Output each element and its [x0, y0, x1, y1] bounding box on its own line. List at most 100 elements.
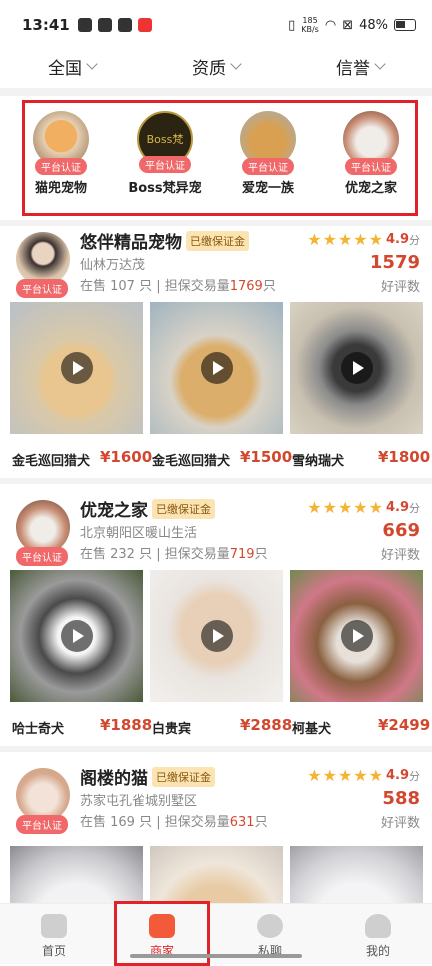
product-price: ¥1600: [100, 448, 153, 466]
star-icon: ★: [307, 766, 322, 785]
star-icon: ★: [307, 230, 322, 249]
product-video[interactable]: [10, 302, 143, 434]
play-icon[interactable]: [60, 352, 93, 384]
product-price: ¥2888: [240, 716, 293, 734]
notification-icons: [77, 18, 152, 32]
divider: [0, 88, 432, 96]
divider: [0, 478, 432, 484]
product-name: 金毛巡回猎犬: [12, 454, 91, 469]
featured-shop[interactable]: 平台认证 猫兜宠物: [25, 111, 111, 196]
deposit-badge: 已缴保证金: [152, 498, 215, 519]
good-review-label: 好评数: [380, 280, 420, 295]
sim-icon: ⊠: [342, 17, 354, 33]
trade-volume: 1769: [229, 279, 263, 294]
shop-title: 悠伴精品宠物 已缴保证金: [80, 228, 249, 253]
battery-percent: 48%: [359, 17, 388, 33]
shop-avatar: [16, 768, 70, 822]
star-icon: ★: [353, 230, 368, 249]
featured-shops: 平台认证 猫兜宠物 Boss梵 平台认证 Boss梵异宠 平台认证 爱宠一族 平…: [22, 100, 418, 216]
filter-bar: 全国 资质 信誉: [0, 46, 432, 86]
tab-label: 首页: [41, 944, 66, 958]
product-video[interactable]: [290, 846, 423, 903]
star-icon: ★: [353, 498, 368, 517]
rating-unit: 分: [409, 501, 420, 515]
certified-badge: 平台认证: [16, 815, 68, 834]
shop-avatar: [16, 500, 70, 554]
shop-title: 阁楼的猫 已缴保证金: [80, 764, 215, 789]
star-icon: ★: [307, 498, 322, 517]
product-video[interactable]: [10, 846, 143, 903]
good-review-count: 1579: [369, 252, 420, 273]
trade-volume: 719: [229, 547, 255, 562]
chevron-down-icon: [86, 57, 98, 70]
star-icon: ★: [322, 230, 337, 249]
shop-name: 爱宠一族: [241, 181, 294, 196]
vibrate-icon: ▯: [288, 17, 296, 33]
speed-value: 185: [302, 16, 318, 25]
rating: ★ ★ ★ ★ ★ 4.9 分: [306, 230, 420, 249]
shop-name: 猫兜宠物: [34, 181, 87, 196]
product-price: ¥1800: [378, 448, 431, 466]
chevron-down-icon: [230, 57, 242, 70]
shop-location: 苏家屯孔雀城别墅区: [80, 794, 198, 809]
play-icon[interactable]: [340, 620, 373, 652]
stats-text: 在售 169 只 | 担保交易量: [80, 815, 230, 830]
filter-reputation[interactable]: 信誉: [288, 46, 432, 86]
half-star-icon: ★: [368, 230, 383, 249]
product-price: ¥1500: [240, 448, 293, 466]
good-review-count: 588: [382, 788, 420, 809]
shop-location: 北京朝阳区暖山生活: [80, 526, 198, 541]
product-video[interactable]: [10, 570, 143, 702]
rating-value: 4.9: [385, 232, 409, 247]
filter-region[interactable]: 全国: [0, 46, 144, 86]
featured-shop[interactable]: Boss梵 平台认证 Boss梵异宠: [115, 111, 215, 196]
product-video[interactable]: [150, 570, 283, 702]
tab-profile[interactable]: 我的: [324, 904, 432, 964]
shop-avatar: 平台认证: [343, 111, 399, 175]
play-icon[interactable]: [60, 620, 93, 652]
star-icon: ★: [337, 498, 353, 517]
avatar-logo-text: Boss梵: [146, 133, 184, 146]
stats-unit: 只: [254, 815, 268, 830]
product-video[interactable]: [150, 846, 283, 903]
half-star-icon: ★: [368, 498, 383, 517]
product-name: 金毛巡回猎犬: [152, 454, 231, 469]
star-icon: ★: [322, 498, 337, 517]
stats-unit: 只: [254, 547, 268, 562]
shop-avatar: [16, 232, 70, 286]
rating-value: 4.9: [385, 500, 409, 515]
play-icon[interactable]: [340, 352, 373, 384]
tab-home[interactable]: 首页: [0, 904, 108, 964]
product-name: 柯基犬: [292, 722, 332, 737]
certified-badge: 平台认证: [139, 156, 191, 173]
star-icon: ★: [353, 766, 368, 785]
product-gallery: [10, 846, 424, 903]
product-price: ¥1888: [100, 716, 153, 734]
shop-name: Boss梵异宠: [128, 181, 202, 196]
divider: [0, 746, 432, 752]
featured-shop[interactable]: 平台认证 优宠之家: [321, 111, 415, 196]
product-video[interactable]: [290, 570, 423, 702]
featured-shop[interactable]: 平台认证 爱宠一族: [218, 111, 318, 196]
product-gallery: [10, 302, 424, 434]
chat-icon: [257, 914, 283, 938]
shop-card[interactable]: 平台认证 阁楼的猫 已缴保证金 苏家屯孔雀城别墅区 在售 169 只 | 担保交易…: [0, 762, 432, 903]
filter-label: 信誉: [336, 58, 370, 79]
product-video[interactable]: [290, 302, 423, 434]
shop-name: 阁楼的猫: [80, 769, 148, 789]
shop-card[interactable]: 平台认证 悠伴精品宠物 已缴保证金 仙林万达茂 在售 107 只 | 担保交易量1…: [0, 226, 432, 476]
deposit-badge: 已缴保证金: [186, 230, 249, 251]
shop-avatar: Boss梵 平台认证: [137, 111, 193, 173]
play-icon[interactable]: [200, 620, 233, 652]
filter-qualification[interactable]: 资质: [144, 46, 288, 86]
half-star-icon: ★: [368, 766, 383, 785]
certified-badge: 平台认证: [345, 158, 397, 175]
shop-avatar: 平台认证: [240, 111, 296, 175]
shop-location: 仙林万达茂: [80, 258, 146, 273]
shop-card[interactable]: 平台认证 优宠之家 已缴保证金 北京朝阳区暖山生活 在售 232 只 | 担保交易…: [0, 494, 432, 744]
play-icon[interactable]: [200, 352, 233, 384]
rating-value: 4.9: [385, 768, 409, 783]
certified-badge: 平台认证: [16, 547, 68, 566]
product-video[interactable]: [150, 302, 283, 434]
home-icon: [41, 914, 67, 938]
